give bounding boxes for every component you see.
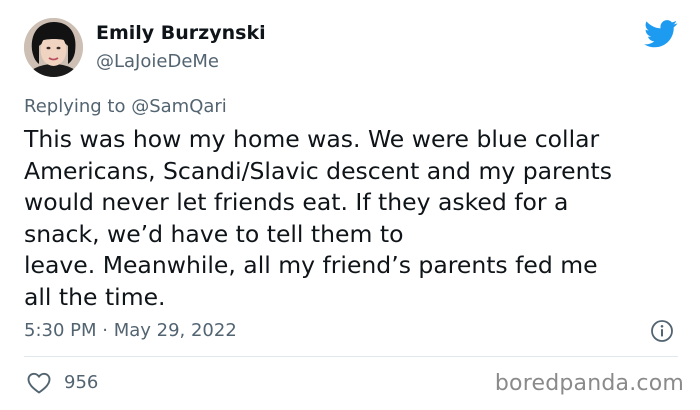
tweet-text-line: Americans, Scandi/Slavic descent and my …	[24, 156, 612, 185]
author-handle[interactable]: @LaJoieDeMe	[96, 51, 219, 72]
replying-to-mention[interactable]: @SamQari	[131, 96, 227, 117]
watermark: boredpanda.com	[494, 371, 684, 396]
avatar-image	[24, 18, 83, 77]
tweet-text-line: snack, we’d have to tell them to	[24, 219, 404, 248]
tweet-text: This was how my home was. We were blue c…	[24, 124, 674, 313]
divider	[24, 356, 678, 357]
heart-icon[interactable]	[27, 372, 51, 394]
twitter-bird-icon[interactable]	[644, 20, 678, 48]
author-name[interactable]: Emily Burzynski	[96, 22, 266, 44]
tweet-text-line: all the time.	[24, 282, 166, 311]
tweet-timestamp[interactable]: 5:30 PM · May 29, 2022	[24, 320, 237, 341]
info-icon[interactable]	[650, 319, 674, 343]
tweet-text-line: This was how my home was. We were blue c…	[24, 125, 600, 153]
avatar[interactable]	[24, 18, 83, 77]
replying-to: Replying to @SamQari	[24, 96, 227, 117]
like-count: 956	[64, 372, 99, 393]
tweet-card: Emily Burzynski @LaJoieDeMe Replying to …	[0, 0, 700, 410]
tweet-text-line: leave. Meanwhile, all my friend’s parent…	[24, 251, 598, 279]
replying-prefix: Replying to	[24, 96, 132, 117]
tweet-text-line: would never let friends eat. If they ask…	[24, 188, 569, 216]
